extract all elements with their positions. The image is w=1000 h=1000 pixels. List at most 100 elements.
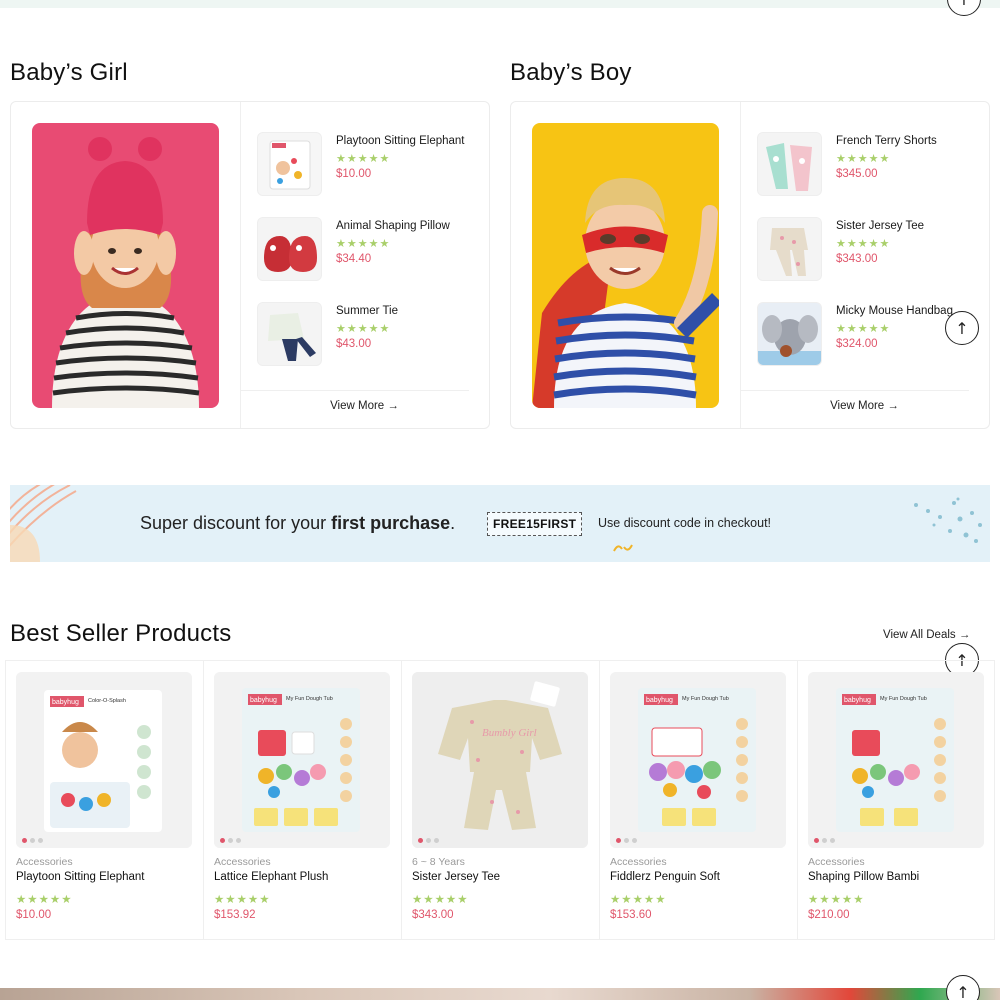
rating-stars: ★★★★★ xyxy=(808,892,865,906)
box-brand: babyhug xyxy=(250,697,277,704)
promo-text-start: Super discount for your xyxy=(140,513,332,533)
view-all-deals-link[interactable]: View All Deals → xyxy=(883,629,970,641)
image-pagination-dots[interactable] xyxy=(418,838,439,843)
mini-product-item[interactable]: French Terry Shorts ★★★★★ $345.00 xyxy=(757,132,987,198)
discount-banner: Super discount for your first purchase. … xyxy=(10,485,990,562)
product-card[interactable]: babyhug My Fun Dough Tub Accessories Latt… xyxy=(203,661,401,939)
top-strip xyxy=(0,0,1000,8)
mini-product-item[interactable]: Animal Shaping Pillow ★★★★★ $34.40 xyxy=(257,217,487,283)
scroll-to-top-button[interactable]: ↑ xyxy=(946,975,980,1000)
girl-category-card: Playtoon Sitting Elephant ★★★★★ $10.00 A… xyxy=(10,101,490,429)
rating-stars: ★★★★★ xyxy=(16,892,73,906)
arrow-right-icon: → xyxy=(958,629,971,641)
product-image[interactable]: babyhug My Fun Dough Tub xyxy=(214,672,390,848)
box-label: My Fun Dough Tub xyxy=(880,696,927,702)
boy-category-card: French Terry Shorts ★★★★★ $345.00 Sister… xyxy=(510,101,990,429)
rating-stars: ★★★★★ xyxy=(610,892,667,906)
product-category: Accessories xyxy=(808,856,865,868)
rating-stars: ★★★★★ xyxy=(336,322,391,335)
card-divider xyxy=(240,102,241,428)
mini-product-item[interactable]: Sister Jersey Tee ★★★★★ $343.00 xyxy=(757,217,987,283)
product-name[interactable]: Lattice Elephant Plush xyxy=(214,871,328,883)
boy-hero-image[interactable] xyxy=(532,123,719,408)
image-pagination-dots[interactable] xyxy=(220,838,241,843)
product-name[interactable]: Micky Mouse Handbag xyxy=(836,305,953,317)
decorative-dots xyxy=(914,497,982,543)
product-thumbnail[interactable] xyxy=(257,217,322,281)
product-price: $10.00 xyxy=(336,168,372,180)
card-divider xyxy=(740,102,741,428)
product-name[interactable]: Animal Shaping Pillow xyxy=(336,220,450,232)
product-category: Accessories xyxy=(16,856,73,868)
product-thumbnail[interactable] xyxy=(757,217,822,281)
product-category: Accessories xyxy=(214,856,271,868)
scroll-to-top-button[interactable]: ↑ xyxy=(945,311,979,345)
product-name[interactable]: Sister Jersey Tee xyxy=(836,220,924,232)
product-category: 6 ~ 8 Years xyxy=(412,856,465,868)
box-label: My Fun Dough Tub xyxy=(286,696,333,702)
image-pagination-dots[interactable] xyxy=(22,838,43,843)
box-brand: babyhug xyxy=(844,697,871,704)
promo-text-end: . xyxy=(450,513,456,533)
promo-code[interactable]: FREE15FIRST xyxy=(487,512,583,536)
product-card[interactable]: babyhug My Fun Dough Tub Accessories Shap… xyxy=(797,661,995,939)
mini-product-item[interactable]: Summer Tie ★★★★★ $43.00 xyxy=(257,302,487,368)
product-name[interactable]: Shaping Pillow Bambi xyxy=(808,871,919,883)
product-thumbnail[interactable] xyxy=(257,132,322,196)
box-label: My Fun Dough Tub xyxy=(682,696,729,702)
arrow-right-icon: → xyxy=(887,400,899,412)
box-brand: babyhug xyxy=(646,697,673,704)
decorative-arcs xyxy=(10,485,77,562)
scroll-to-top-button[interactable]: ↑ xyxy=(947,0,981,16)
product-price: $345.00 xyxy=(836,168,878,180)
product-name[interactable]: French Terry Shorts xyxy=(836,135,937,147)
product-image[interactable]: babyhug My Fun Dough Tub xyxy=(610,672,786,848)
product-image[interactable]: babyhug My Fun Dough Tub xyxy=(808,672,984,848)
view-more-label: View More xyxy=(830,400,885,412)
image-pagination-dots[interactable] xyxy=(814,838,835,843)
product-name[interactable]: Summer Tie xyxy=(336,305,398,317)
product-price: $10.00 xyxy=(16,909,52,921)
next-section-banner-edge xyxy=(0,988,1000,1000)
arrow-up-icon: ↑ xyxy=(957,0,970,9)
arrow-up-icon: ↑ xyxy=(956,982,970,1000)
product-price: $210.00 xyxy=(808,909,850,921)
bestseller-section-title: Best Seller Products xyxy=(10,620,232,647)
product-card[interactable]: babyhug My Fun Dough Tub Accessories Fidd… xyxy=(599,661,797,939)
view-more-link[interactable]: View More → xyxy=(240,400,489,412)
rating-stars: ★★★★★ xyxy=(836,237,891,250)
product-category: Accessories xyxy=(610,856,667,868)
box-brand: babyhug xyxy=(52,699,79,706)
view-more-link[interactable]: View More → xyxy=(740,400,989,412)
arrow-up-icon: ↑ xyxy=(955,318,969,338)
rating-stars: ★★★★★ xyxy=(336,152,391,165)
product-card[interactable]: Bumbly Girl 6 ~ 8 Years Sister Jersey Te… xyxy=(401,661,599,939)
product-name[interactable]: Sister Jersey Tee xyxy=(412,871,500,883)
image-pagination-dots[interactable] xyxy=(616,838,637,843)
product-price: $43.00 xyxy=(336,338,372,350)
product-image[interactable]: Bumbly Girl xyxy=(412,672,588,848)
rating-stars: ★★★★★ xyxy=(336,237,391,250)
view-all-label: View All Deals xyxy=(883,629,956,641)
rating-stars: ★★★★★ xyxy=(836,322,891,335)
product-thumbnail[interactable] xyxy=(757,302,822,366)
card-footer-divider xyxy=(240,390,469,391)
promo-message: Super discount for your first purchase. xyxy=(140,513,455,534)
promo-hint: Use discount code in checkout! xyxy=(598,516,772,530)
girl-hero-image[interactable] xyxy=(32,123,219,408)
mini-product-item[interactable]: Playtoon Sitting Elephant ★★★★★ $10.00 xyxy=(257,132,487,198)
product-image[interactable]: babyhug Color-O-Splash xyxy=(16,672,192,848)
product-name[interactable]: Playtoon Sitting Elephant xyxy=(336,135,465,147)
card-footer-divider xyxy=(740,390,969,391)
product-thumbnail[interactable] xyxy=(757,132,822,196)
product-thumbnail[interactable] xyxy=(257,302,322,366)
girl-section-title: Baby’s Girl xyxy=(10,59,128,86)
product-price: $343.00 xyxy=(412,909,454,921)
view-more-label: View More xyxy=(330,400,385,412)
box-label: Bumbly Girl xyxy=(482,727,537,739)
product-price: $324.00 xyxy=(836,338,878,350)
product-name[interactable]: Fiddlerz Penguin Soft xyxy=(610,871,720,883)
product-name[interactable]: Playtoon Sitting Elephant xyxy=(16,871,145,883)
product-card[interactable]: babyhug Color-O-Splash Accessories Playto… xyxy=(5,661,203,939)
product-price: $153.60 xyxy=(610,909,652,921)
